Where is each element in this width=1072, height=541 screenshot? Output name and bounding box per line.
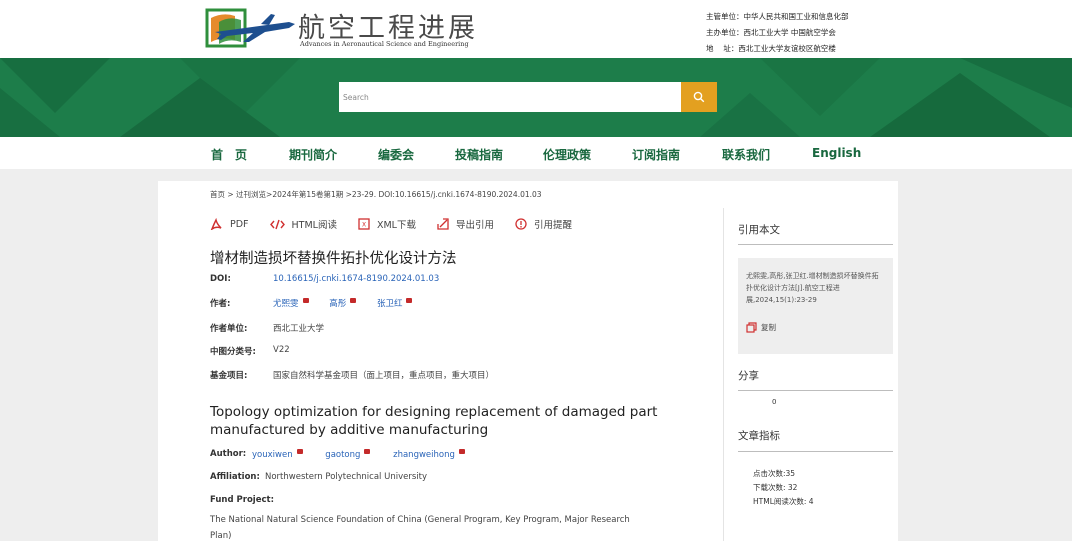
- export-citation-button[interactable]: 导出引用: [437, 217, 494, 231]
- mail-icon[interactable]: [364, 449, 371, 454]
- author-link[interactable]: 高彤: [329, 299, 346, 309]
- pdf-icon: [210, 218, 222, 230]
- pdf-button[interactable]: PDF: [210, 218, 249, 230]
- copy-icon: [746, 322, 757, 333]
- mail-icon[interactable]: [296, 449, 303, 454]
- copy-label: 复制: [761, 323, 776, 332]
- metrics-rule: [738, 451, 893, 452]
- mail-icon[interactable]: [302, 298, 309, 303]
- search-input[interactable]: [339, 82, 681, 112]
- html-read-button[interactable]: HTML阅读: [269, 217, 337, 231]
- export-icon: [437, 218, 449, 230]
- author-label-en: Author:: [210, 449, 247, 459]
- organization-info: 主管单位：中华人民共和国工业和信息化部 主办单位：西北工业大学 中国航空学会 地…: [706, 9, 849, 57]
- breadcrumb[interactable]: 首页 > 过刊浏览>2024年第15卷第1期 >23-29. DOI:10.16…: [210, 189, 542, 200]
- main-nav: 首 页 期刊简介 编委会 投稿指南 伦理政策 订阅指南 联系我们 English: [0, 137, 1072, 169]
- org-line-sponsor: 主管单位：中华人民共和国工业和信息化部: [706, 12, 849, 21]
- code-icon: [269, 219, 285, 229]
- affiliation-value-en: Northwestern Polytechnical University: [265, 472, 427, 482]
- authors-cn-list: 尤熙雯 高彤 张卫红: [273, 297, 413, 309]
- org-line-host: 主办单位：西北工业大学 中国航空学会: [706, 28, 836, 37]
- sidebar-divider: [723, 208, 724, 541]
- fund-label-en: Fund Project:: [210, 495, 274, 505]
- pdf-label: PDF: [230, 218, 249, 230]
- nav-submission-guide[interactable]: 投稿指南: [455, 146, 503, 163]
- article-title-english: Topology optimization for designing repl…: [210, 404, 658, 438]
- metric-views: 点击次数:35: [753, 469, 796, 478]
- cite-heading: 引用本文: [738, 224, 780, 236]
- citation-box: 尤熙雯,高彤,张卫红.增材制造损坏替换件拓扑优化设计方法[J].航空工程进展,2…: [738, 258, 893, 354]
- alert-icon: [515, 218, 527, 230]
- search-button[interactable]: [681, 82, 717, 112]
- article-panel: 首页 > 过刊浏览>2024年第15卷第1期 >23-29. DOI:10.16…: [158, 181, 898, 541]
- affiliation-value: 西北工业大学: [273, 324, 325, 334]
- citation-alert-label: 引用提醒: [533, 220, 572, 231]
- org-line-address: 地 址：西北工业大学友谊校区航空楼: [706, 44, 836, 53]
- clc-value: V22: [273, 345, 290, 355]
- share-rule: [738, 390, 893, 391]
- author-link[interactable]: 张卫红: [377, 299, 403, 309]
- mail-icon[interactable]: [350, 298, 357, 303]
- doi-label: DOI:: [210, 274, 231, 284]
- clc-label: 中图分类号:: [210, 347, 256, 357]
- author-link[interactable]: gaotong: [325, 450, 360, 460]
- nav-contact-us[interactable]: 联系我们: [722, 146, 770, 163]
- nav-journal-intro[interactable]: 期刊简介: [289, 146, 337, 163]
- fund-label: 基金项目:: [210, 371, 248, 381]
- xml-download-label: XML下载: [376, 220, 416, 231]
- nav-subscription-guide[interactable]: 订阅指南: [632, 146, 680, 163]
- metric-downloads: 下载次数: 32: [753, 483, 798, 492]
- author-link[interactable]: youxiwen: [252, 450, 293, 460]
- search-icon: [693, 91, 705, 103]
- metric-html-reads: HTML阅读次数: 4: [753, 497, 814, 506]
- authors-label: 作者:: [210, 299, 231, 309]
- doi-link[interactable]: 10.16615/j.cnki.1674-8190.2024.01.03: [273, 274, 439, 284]
- nav-ethics-policy[interactable]: 伦理政策: [543, 146, 591, 163]
- xml-download-button[interactable]: X XML下载: [358, 217, 416, 231]
- nav-english[interactable]: English: [812, 146, 861, 160]
- citation-alert-button[interactable]: 引用提醒: [515, 217, 572, 231]
- mail-icon[interactable]: [406, 298, 413, 303]
- nav-home[interactable]: 首 页: [211, 146, 247, 163]
- cite-rule: [738, 244, 893, 245]
- share-count: 0: [772, 398, 777, 406]
- svg-text:X: X: [362, 222, 366, 229]
- copy-button[interactable]: 复制: [746, 322, 776, 333]
- affiliation-label-en: Affiliation:: [210, 472, 260, 482]
- fund-value: 国家自然科学基金项目（面上项目，重点项目，重大项目）: [273, 371, 495, 381]
- authors-en-list: youxiwen gaotong zhangweihong: [252, 449, 465, 460]
- html-read-label: HTML阅读: [291, 220, 337, 231]
- author-link[interactable]: 尤熙雯: [273, 299, 299, 309]
- fund-value-en: The National Natural Science Foundation …: [210, 515, 630, 541]
- article-title-chinese: 增材制造损坏替换件拓扑优化设计方法: [210, 251, 457, 267]
- mail-icon[interactable]: [458, 449, 465, 454]
- affiliation-label: 作者单位:: [210, 324, 248, 334]
- nav-editorial-board[interactable]: 编委会: [378, 146, 414, 163]
- metrics-heading: 文章指标: [738, 430, 780, 442]
- site-header: 航空工程进展 Advances in Aeronautical Science …: [0, 0, 1072, 58]
- journal-subtitle: Advances in Aeronautical Science and Eng…: [300, 40, 469, 48]
- export-citation-label: 导出引用: [455, 220, 494, 231]
- journal-logo-icon[interactable]: [205, 6, 297, 50]
- share-heading: 分享: [738, 370, 759, 382]
- author-link[interactable]: zhangweihong: [393, 450, 455, 460]
- xml-file-icon: X: [358, 218, 370, 230]
- article-toolbar: PDF HTML阅读 X XML下载 导出引用 引用提醒: [210, 216, 593, 232]
- citation-text: 尤熙雯,高彤,张卫红.增材制造损坏替换件拓扑优化设计方法[J].航空工程进展,2…: [746, 272, 879, 304]
